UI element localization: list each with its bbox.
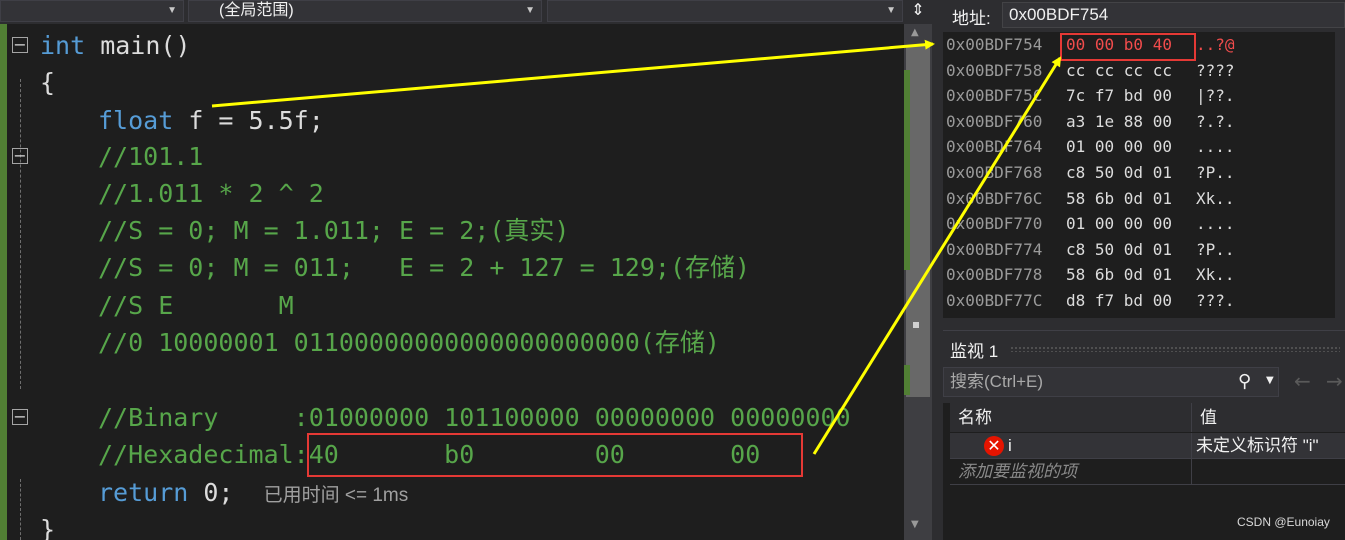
arrow-float-to-memory — [211, 39, 935, 108]
arrow-hex-to-memory — [812, 56, 1062, 455]
watermark: CSDN @Eunoiay — [1237, 515, 1330, 529]
annotation-arrows — [211, 39, 1062, 455]
